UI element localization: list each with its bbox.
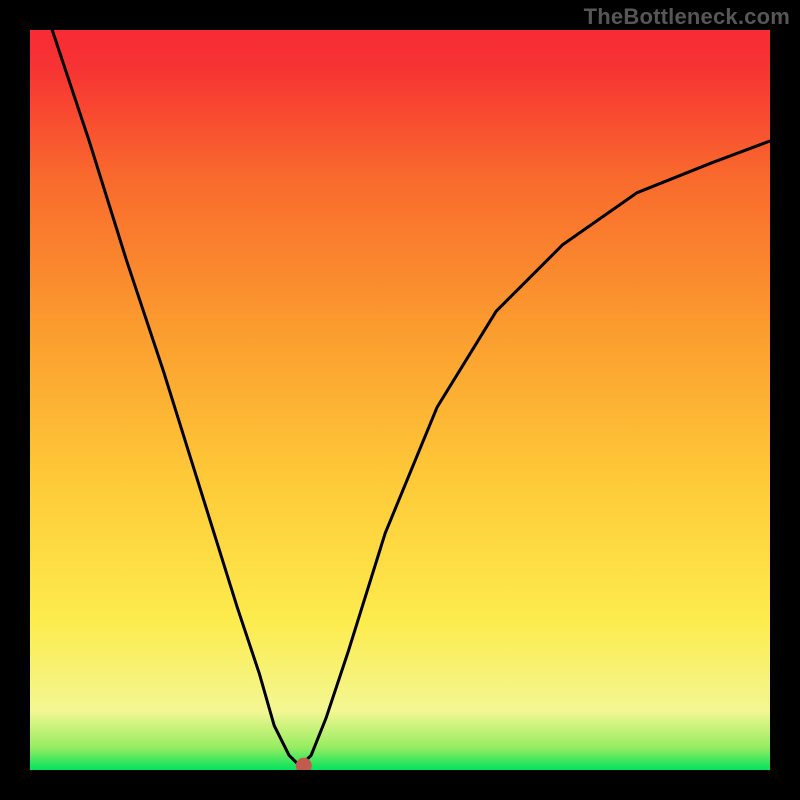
watermark-text: TheBottleneck.com: [584, 4, 790, 30]
plot-background: [30, 30, 770, 770]
bottleneck-chart: [0, 0, 800, 800]
